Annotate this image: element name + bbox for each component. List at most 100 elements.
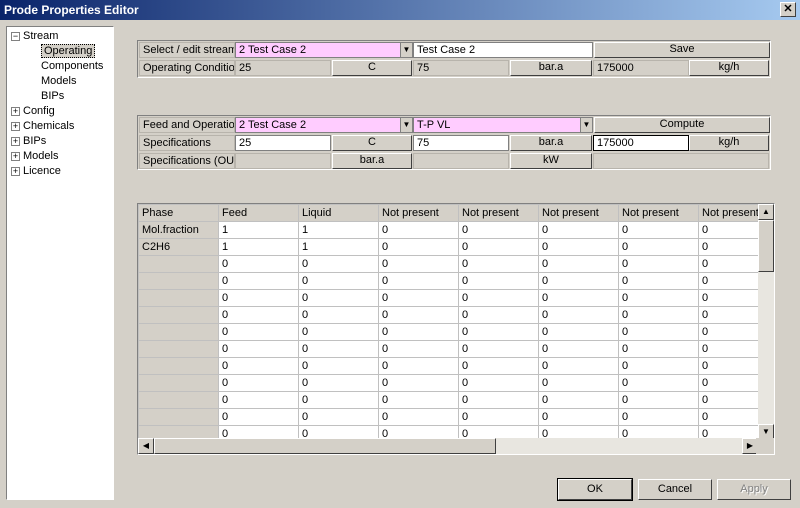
- grid-cell[interactable]: 0: [458, 255, 539, 273]
- grid-cell[interactable]: 0: [378, 323, 459, 341]
- grid-cell[interactable]: 0: [458, 323, 539, 341]
- grid-cell[interactable]: 0: [298, 340, 379, 358]
- chevron-down-icon[interactable]: ▼: [400, 118, 412, 132]
- grid-cell[interactable]: 0: [218, 272, 299, 290]
- column-header[interactable]: Not present: [458, 204, 539, 222]
- tree-item-operating[interactable]: Operating: [7, 44, 113, 59]
- grid-cell[interactable]: 1: [298, 221, 379, 239]
- grid-cell[interactable]: 0: [218, 289, 299, 307]
- expand-icon[interactable]: +: [11, 136, 20, 146]
- column-header[interactable]: Not present: [538, 204, 619, 222]
- tree-node-models[interactable]: + Models: [7, 149, 113, 164]
- tree-item-bips[interactable]: BIPs: [7, 89, 113, 104]
- grid-cell[interactable]: 0: [458, 408, 539, 426]
- grid-cell[interactable]: 0: [458, 238, 539, 256]
- flow-unit-button[interactable]: kg/h: [689, 60, 769, 76]
- grid-cell[interactable]: 1: [218, 221, 299, 239]
- cancel-button[interactable]: Cancel: [638, 479, 712, 500]
- feed-select[interactable]: 2 Test Case 2 ▼: [235, 117, 413, 133]
- spec-pressure-unit-button[interactable]: bar.a: [510, 135, 592, 151]
- tree-item-models[interactable]: Models: [7, 74, 113, 89]
- scroll-up-icon[interactable]: ▲: [758, 204, 774, 220]
- grid-cell[interactable]: 0: [378, 340, 459, 358]
- grid-cell[interactable]: 0: [538, 408, 619, 426]
- horizontal-scrollbar[interactable]: ◀ ▶: [138, 438, 758, 454]
- temperature-unit-button[interactable]: C: [332, 60, 412, 76]
- grid-cell[interactable]: 0: [218, 323, 299, 341]
- grid-cell[interactable]: 1: [298, 238, 379, 256]
- expand-icon[interactable]: +: [11, 151, 20, 161]
- ok-button[interactable]: OK: [557, 478, 633, 501]
- grid-cell[interactable]: 0: [698, 374, 763, 392]
- expand-icon[interactable]: +: [11, 166, 20, 176]
- out-pressure-unit-button[interactable]: bar.a: [332, 153, 412, 169]
- grid-cell[interactable]: 0: [378, 272, 459, 290]
- grid-cell[interactable]: 0: [298, 255, 379, 273]
- stream-select[interactable]: 2 Test Case 2 ▼: [235, 42, 413, 58]
- spec-flow-input[interactable]: 175000: [593, 135, 689, 151]
- grid-cell[interactable]: 0: [298, 408, 379, 426]
- grid-cell[interactable]: 0: [458, 340, 539, 358]
- save-button[interactable]: Save: [594, 42, 770, 58]
- grid-cell[interactable]: 0: [458, 374, 539, 392]
- grid-cell[interactable]: 0: [458, 306, 539, 324]
- column-header[interactable]: Liquid: [298, 204, 379, 222]
- grid-cell[interactable]: 0: [218, 357, 299, 375]
- expand-icon[interactable]: +: [11, 121, 20, 131]
- scroll-left-icon[interactable]: ◀: [138, 438, 154, 454]
- tree-node-bips[interactable]: + BIPs: [7, 134, 113, 149]
- grid-cell[interactable]: 0: [698, 323, 763, 341]
- spec-pressure-input[interactable]: 75: [413, 135, 509, 151]
- grid-cell[interactable]: 0: [618, 238, 699, 256]
- grid-cell[interactable]: 0: [218, 340, 299, 358]
- column-header[interactable]: Not present: [698, 204, 763, 222]
- apply-button[interactable]: Apply: [717, 479, 791, 500]
- out-power-unit-button[interactable]: kW: [510, 153, 592, 169]
- grid-cell[interactable]: 0: [698, 357, 763, 375]
- grid-cell[interactable]: 0: [618, 340, 699, 358]
- grid-cell[interactable]: 0: [618, 306, 699, 324]
- grid-cell[interactable]: 0: [618, 357, 699, 375]
- grid-cell[interactable]: 0: [698, 272, 763, 290]
- grid-cell[interactable]: 0: [538, 238, 619, 256]
- grid-cell[interactable]: 0: [698, 306, 763, 324]
- grid-cell[interactable]: 0: [618, 289, 699, 307]
- vertical-scrollbar[interactable]: ▲ ▼: [758, 204, 774, 440]
- grid-cell[interactable]: 0: [378, 289, 459, 307]
- grid-cell[interactable]: 0: [218, 408, 299, 426]
- grid-cell[interactable]: 0: [298, 306, 379, 324]
- grid-cell[interactable]: 0: [618, 272, 699, 290]
- operation-select[interactable]: T-P VL ▼: [413, 117, 593, 133]
- grid-cell[interactable]: 0: [538, 340, 619, 358]
- stream-name-input[interactable]: Test Case 2: [413, 42, 593, 58]
- grid-cell[interactable]: 0: [538, 221, 619, 239]
- grid-cell[interactable]: 0: [218, 255, 299, 273]
- spec-flow-unit-button[interactable]: kg/h: [689, 135, 769, 151]
- chevron-down-icon[interactable]: ▼: [400, 43, 412, 57]
- tree-node-stream[interactable]: − Stream: [7, 29, 113, 44]
- chevron-down-icon[interactable]: ▼: [580, 118, 592, 132]
- grid-cell[interactable]: 0: [378, 357, 459, 375]
- grid-cell[interactable]: 0: [378, 221, 459, 239]
- grid-cell[interactable]: 0: [698, 408, 763, 426]
- column-header[interactable]: Feed: [218, 204, 299, 222]
- grid-cell[interactable]: 1: [218, 238, 299, 256]
- tree-node-licence[interactable]: + Licence: [7, 164, 113, 179]
- grid-cell[interactable]: 0: [538, 306, 619, 324]
- grid-cell[interactable]: 0: [458, 272, 539, 290]
- grid-cell[interactable]: 0: [618, 323, 699, 341]
- grid-cell[interactable]: 0: [298, 374, 379, 392]
- grid-cell[interactable]: 0: [218, 391, 299, 409]
- grid-cell[interactable]: 0: [618, 221, 699, 239]
- grid-cell[interactable]: 0: [458, 391, 539, 409]
- grid-cell[interactable]: 0: [298, 272, 379, 290]
- grid-cell[interactable]: 0: [698, 340, 763, 358]
- grid-cell[interactable]: 0: [538, 374, 619, 392]
- column-header[interactable]: Not present: [618, 204, 699, 222]
- grid-cell[interactable]: 0: [378, 306, 459, 324]
- grid-cell[interactable]: 0: [538, 272, 619, 290]
- grid-cell[interactable]: 0: [698, 289, 763, 307]
- grid-cell[interactable]: 0: [618, 391, 699, 409]
- tree-node-chemicals[interactable]: + Chemicals: [7, 119, 113, 134]
- grid-cell[interactable]: 0: [218, 306, 299, 324]
